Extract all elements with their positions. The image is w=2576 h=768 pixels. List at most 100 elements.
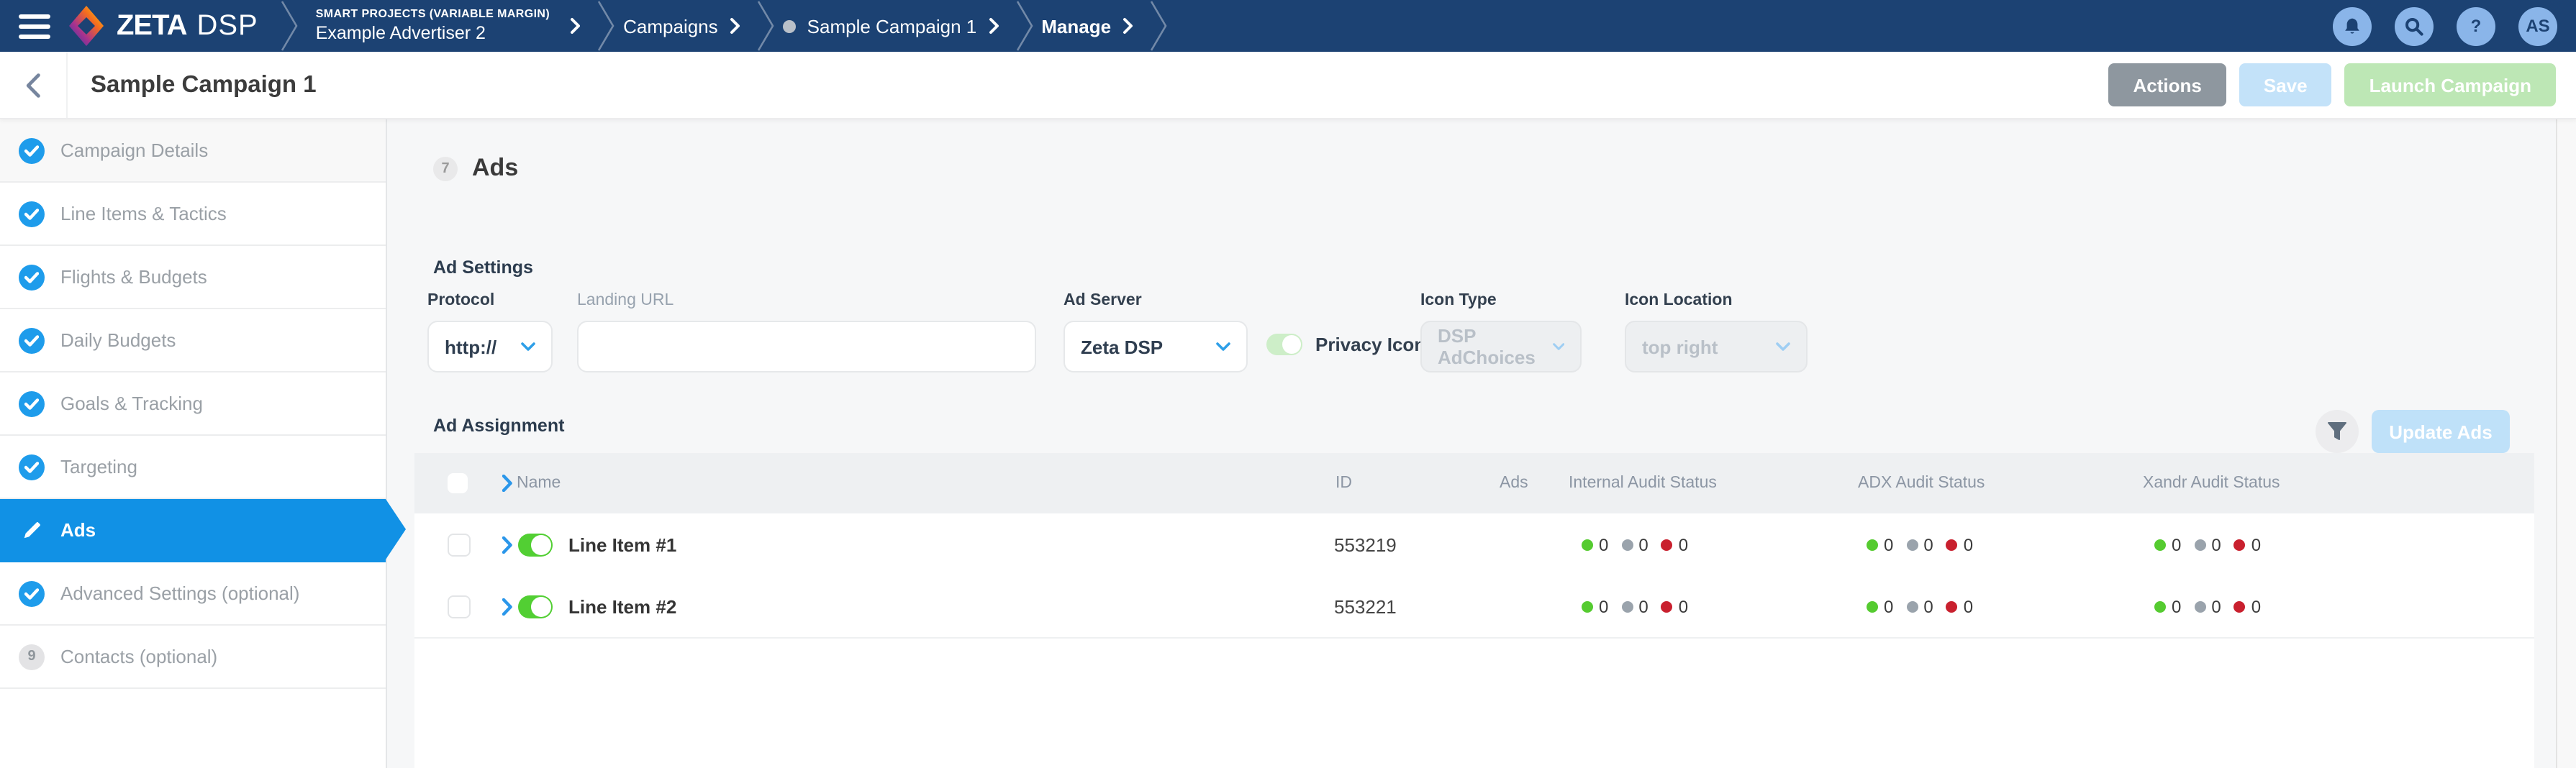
breadcrumb-separator-icon bbox=[1015, 0, 1034, 52]
sidebar-item-daily-budgets[interactable]: Daily Budgets bbox=[0, 309, 386, 372]
row-checkbox[interactable] bbox=[448, 595, 471, 618]
filter-button[interactable] bbox=[2316, 410, 2359, 453]
status-dot-rejected bbox=[1661, 539, 1673, 550]
breadcrumb-advertiser-label: Example Advertiser 2 bbox=[316, 22, 486, 45]
line-item-name[interactable]: Line Item #1 bbox=[568, 534, 676, 555]
status-count: 0 bbox=[1679, 596, 1688, 616]
campaign-steps-sidebar: Campaign Details Line Items & Tactics Fl… bbox=[0, 119, 387, 768]
chevron-right-icon[interactable] bbox=[570, 17, 581, 35]
status-dot-approved bbox=[1582, 600, 1593, 612]
row-checkbox[interactable] bbox=[448, 533, 471, 556]
privacy-icon-toggle[interactable] bbox=[1266, 334, 1302, 355]
breadcrumb-project-label: SMART PROJECTS (VARIABLE MARGIN) bbox=[316, 6, 550, 22]
expand-row-chevron-icon[interactable] bbox=[502, 598, 512, 615]
navbar-actions: ? AS bbox=[2333, 6, 2557, 45]
column-header-xandr-audit[interactable]: Xandr Audit Status bbox=[2143, 475, 2280, 492]
icon-type-label: Icon Type bbox=[1420, 292, 1582, 309]
sidebar-item-label: Campaign Details bbox=[60, 140, 208, 161]
icon-type-select[interactable]: DSP AdChoices bbox=[1420, 321, 1582, 372]
status-count: 0 bbox=[2251, 534, 2261, 554]
chevron-right-icon[interactable] bbox=[1123, 17, 1134, 35]
top-navbar: ZETA DSP SMART PROJECTS (VARIABLE MARGIN… bbox=[0, 0, 2576, 52]
icon-type-value: DSP AdChoices bbox=[1438, 325, 1553, 368]
actions-button[interactable]: Actions bbox=[2109, 63, 2226, 106]
status-count: 0 bbox=[2251, 596, 2261, 616]
breadcrumb-manage[interactable]: Manage bbox=[1041, 15, 1111, 37]
help-icon: ? bbox=[2471, 16, 2482, 36]
xandr-audit-status: 0 0 0 bbox=[2154, 534, 2268, 554]
column-header-id[interactable]: ID bbox=[1335, 475, 1352, 492]
line-item-name[interactable]: Line Item #2 bbox=[568, 595, 676, 617]
sidebar-item-flights-budgets[interactable]: Flights & Budgets bbox=[0, 246, 386, 309]
status-dot-pending bbox=[1621, 600, 1633, 612]
step-number-badge: 9 bbox=[19, 644, 45, 669]
chevron-down-icon bbox=[521, 342, 535, 351]
column-header-internal-audit[interactable]: Internal Audit Status bbox=[1569, 475, 1717, 492]
scrollbar-track[interactable] bbox=[2556, 119, 2576, 768]
status-count: 0 bbox=[2172, 534, 2181, 554]
breadcrumb-separator-icon bbox=[757, 0, 776, 52]
sidebar-item-goals-tracking[interactable]: Goals & Tracking bbox=[0, 372, 386, 436]
breadcrumb-campaign[interactable]: Sample Campaign 1 bbox=[807, 15, 977, 37]
select-all-checkbox[interactable] bbox=[448, 473, 468, 493]
icon-location-label: Icon Location bbox=[1625, 292, 1808, 309]
line-item-enabled-toggle[interactable] bbox=[518, 533, 553, 556]
brand-name: ZETA DSP bbox=[117, 9, 258, 42]
filter-funnel-icon bbox=[2326, 420, 2349, 443]
sidebar-item-line-items-tactics[interactable]: Line Items & Tactics bbox=[0, 183, 386, 246]
protocol-field: Protocol http:// bbox=[427, 292, 553, 372]
column-header-ads[interactable]: Ads bbox=[1500, 475, 1528, 492]
status-count: 0 bbox=[1638, 596, 1648, 616]
column-header-adx-audit[interactable]: ADX Audit Status bbox=[1858, 475, 1985, 492]
sidebar-item-targeting[interactable]: Targeting bbox=[0, 436, 386, 499]
section-heading: 7 Ads bbox=[433, 154, 518, 183]
status-dot-approved bbox=[1867, 539, 1878, 550]
ad-server-select[interactable]: Zeta DSP bbox=[1063, 321, 1248, 372]
launch-campaign-button[interactable]: Launch Campaign bbox=[2345, 63, 2556, 106]
search-button[interactable] bbox=[2395, 6, 2434, 45]
main-content: 7 Ads Ad Settings Protocol http:// Landi… bbox=[387, 119, 2576, 768]
sidebar-item-label: Daily Budgets bbox=[60, 329, 176, 351]
avatar-initials: AS bbox=[2526, 16, 2549, 36]
status-dot-pending bbox=[2194, 539, 2205, 550]
back-button[interactable] bbox=[0, 52, 68, 118]
status-dot-approved bbox=[1582, 539, 1593, 550]
column-header-name[interactable]: Name bbox=[517, 475, 561, 492]
avatar[interactable]: AS bbox=[2518, 6, 2557, 45]
line-item-id: 553219 bbox=[1334, 534, 1397, 555]
landing-url-label: Landing URL bbox=[577, 292, 1036, 309]
status-dot-approved bbox=[1867, 600, 1878, 612]
toggle-knob bbox=[531, 534, 551, 554]
breadcrumb-advertiser[interactable]: SMART PROJECTS (VARIABLE MARGIN) Example… bbox=[316, 6, 550, 45]
breadcrumb-campaigns[interactable]: Campaigns bbox=[623, 15, 718, 37]
update-ads-button[interactable]: Update Ads bbox=[2372, 410, 2510, 453]
breadcrumb-separator-icon bbox=[281, 0, 300, 52]
line-item-enabled-toggle[interactable] bbox=[518, 595, 553, 618]
status-dot-rejected bbox=[1661, 600, 1673, 612]
sidebar-item-advanced-settings[interactable]: Advanced Settings (optional) bbox=[0, 562, 386, 626]
expand-all-chevron-icon[interactable] bbox=[502, 475, 512, 492]
check-icon bbox=[19, 454, 45, 480]
status-dot-pending bbox=[1906, 600, 1918, 612]
help-button[interactable]: ? bbox=[2457, 6, 2495, 45]
icon-location-select[interactable]: top right bbox=[1625, 321, 1808, 372]
menu-icon[interactable] bbox=[19, 14, 50, 38]
landing-url-input[interactable] bbox=[577, 321, 1036, 372]
xandr-audit-status: 0 0 0 bbox=[2154, 596, 2268, 616]
check-icon bbox=[19, 201, 45, 227]
protocol-select[interactable]: http:// bbox=[427, 321, 553, 372]
notifications-button[interactable] bbox=[2333, 6, 2372, 45]
chevron-right-icon[interactable] bbox=[730, 17, 741, 35]
status-count: 0 bbox=[1599, 596, 1608, 616]
campaign-status-dot bbox=[783, 19, 796, 32]
privacy-icon-label: Privacy Icon bbox=[1315, 334, 1425, 355]
sidebar-item-campaign-details[interactable]: Campaign Details bbox=[0, 119, 386, 183]
save-button[interactable]: Save bbox=[2239, 63, 2332, 106]
adx-audit-status: 0 0 0 bbox=[1867, 534, 1980, 554]
brand-zeta: ZETA bbox=[117, 9, 186, 42]
expand-row-chevron-icon[interactable] bbox=[502, 536, 512, 553]
search-icon bbox=[2405, 17, 2423, 35]
chevron-right-icon[interactable] bbox=[988, 17, 999, 35]
sidebar-item-ads[interactable]: Ads bbox=[0, 499, 386, 562]
sidebar-item-contacts[interactable]: 9 Contacts (optional) bbox=[0, 626, 386, 689]
